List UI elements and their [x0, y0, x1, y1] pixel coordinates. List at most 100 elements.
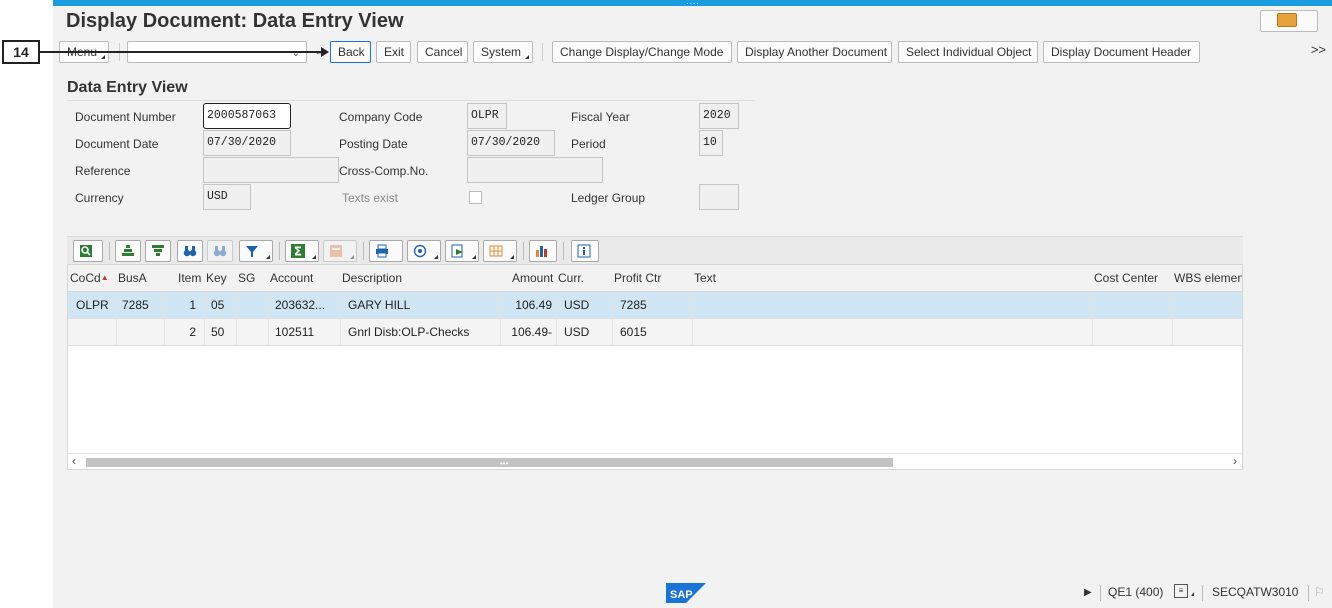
views-button[interactable]: [407, 240, 441, 262]
cell-profit-ctr: 6015: [620, 325, 647, 339]
cell-cocd: [76, 319, 116, 345]
display-another-document-label: Display Another Document: [745, 45, 888, 59]
reference-field[interactable]: [203, 157, 339, 183]
column-header-amount[interactable]: Amount: [512, 265, 556, 291]
cancel-button[interactable]: Cancel: [417, 41, 468, 63]
column-header-cost-center[interactable]: Cost Center: [1094, 265, 1170, 291]
grid-toolbar-separator: [563, 242, 564, 260]
layout-button[interactable]: [483, 240, 517, 262]
column-header-curr[interactable]: Curr.: [558, 265, 608, 291]
dropdown-corner-icon: [101, 55, 105, 59]
dropdown-corner-icon: [350, 255, 354, 259]
change-display-mode-button[interactable]: Change Display/Change Mode: [552, 41, 732, 63]
cross-comp-label: Cross-Comp.No.: [339, 164, 429, 178]
subtotal-button[interactable]: [323, 240, 357, 262]
info-button[interactable]: [571, 240, 599, 262]
period-field[interactable]: 10: [699, 130, 723, 156]
filter-button[interactable]: [239, 240, 273, 262]
document-number-label: Document Number: [75, 110, 176, 124]
column-divider: [164, 292, 165, 345]
sort-indicator-icon: ▲: [100, 273, 109, 282]
personalize-button[interactable]: [1260, 10, 1318, 32]
column-header-profit-ctr[interactable]: Profit Ctr: [614, 265, 690, 291]
column-divider: [236, 292, 237, 345]
column-header-text[interactable]: Text: [694, 265, 1074, 291]
document-date-label: Document Date: [75, 137, 159, 151]
column-divider: [204, 292, 205, 345]
document-number-field[interactable]: 2000587063: [203, 103, 291, 129]
cell-cocd: OLPR: [76, 298, 109, 312]
cancel-button-label: Cancel: [425, 45, 463, 59]
scrollbar-thumb[interactable]: •••: [86, 458, 893, 468]
column-header-key[interactable]: Key: [206, 265, 236, 291]
column-header-busa[interactable]: BusA: [118, 265, 164, 291]
column-header-wbs[interactable]: WBS elemen: [1174, 265, 1242, 291]
table-row[interactable]: 2 50 102511 Gnrl Disb:OLP-Checks 106.49-…: [68, 319, 1242, 346]
cell-profit-ctr: 7285: [620, 298, 647, 312]
print-button[interactable]: [369, 240, 403, 262]
horizontal-scrollbar[interactable]: ‹ ••• ›: [68, 453, 1242, 469]
back-button[interactable]: Back: [330, 41, 371, 63]
flag-icon[interactable]: ⚐: [1314, 585, 1325, 599]
details-button[interactable]: [73, 240, 103, 262]
display-document-header-button[interactable]: Display Document Header: [1043, 41, 1200, 63]
column-divider: [556, 292, 557, 345]
sort-ascending-icon: [122, 245, 134, 256]
cross-comp-field[interactable]: [467, 157, 603, 183]
change-display-mode-label: Change Display/Change Mode: [560, 45, 724, 59]
cell-curr: USD: [564, 325, 590, 339]
select-individual-object-button[interactable]: Select Individual Object: [898, 41, 1038, 63]
callout-line: [40, 51, 325, 53]
graphic-button[interactable]: [529, 240, 557, 262]
cell-account: 102511: [275, 325, 315, 339]
dropdown-corner-icon: [525, 55, 529, 59]
system-button[interactable]: System: [473, 41, 533, 63]
chevron-down-icon[interactable]: ⌄: [292, 48, 300, 59]
cell-sg: [240, 292, 268, 318]
exit-button-label: Exit: [384, 45, 405, 59]
find-next-button[interactable]: [207, 240, 233, 262]
binoculars-next-icon: [213, 246, 227, 257]
sort-ascending-button[interactable]: [115, 240, 141, 262]
company-code-field[interactable]: OLPR: [467, 103, 507, 129]
binoculars-icon: [183, 246, 197, 257]
status-separator: [1202, 585, 1203, 601]
toolbar-overflow-button[interactable]: >>: [1311, 42, 1326, 57]
export-icon: [451, 244, 463, 258]
cell-amount: 106.49-: [511, 325, 552, 339]
callout-badge: 14: [2, 40, 40, 64]
texts-exist-checkbox[interactable]: [469, 191, 482, 204]
title-bar: Display Document: Data Entry View: [53, 6, 1332, 38]
export-button[interactable]: [445, 240, 479, 262]
document-date-field[interactable]: 07/30/2020: [203, 130, 291, 156]
column-header-account[interactable]: Account: [270, 265, 340, 291]
system-menu-icon[interactable]: ≡: [1174, 584, 1188, 598]
scroll-right-icon[interactable]: ›: [1233, 454, 1237, 468]
select-individual-object-label: Select Individual Object: [906, 45, 1032, 59]
currency-field[interactable]: USD: [203, 184, 251, 210]
sort-descending-button[interactable]: [145, 240, 171, 262]
fiscal-year-field[interactable]: 2020: [699, 103, 739, 129]
sort-descending-icon: [152, 245, 164, 256]
grid-toolbar-separator: [109, 242, 110, 260]
total-button[interactable]: Σ: [285, 240, 319, 262]
cell-item: 1: [189, 298, 196, 312]
column-header-item[interactable]: Item: [178, 265, 208, 291]
expand-status-icon[interactable]: ▶: [1084, 587, 1092, 598]
ledger-group-field[interactable]: [699, 184, 739, 210]
column-header-cocd[interactable]: CoCd▲: [70, 265, 116, 291]
cell-account: 203632...: [275, 298, 326, 312]
views-icon: [413, 244, 427, 258]
find-button[interactable]: [177, 240, 203, 262]
grid-toolbar: Σ: [67, 236, 1243, 264]
reference-label: Reference: [75, 164, 131, 178]
cell-sg: [240, 319, 268, 345]
subtotal-icon: [330, 245, 342, 257]
scroll-left-icon[interactable]: ‹: [72, 454, 76, 468]
posting-date-field[interactable]: 07/30/2020: [467, 130, 555, 156]
column-header-description[interactable]: Description: [342, 265, 492, 291]
column-header-sg[interactable]: SG: [238, 265, 268, 291]
table-row[interactable]: OLPR 7285 1 05 203632... GARY HILL 106.4…: [68, 292, 1242, 319]
display-another-document-button[interactable]: Display Another Document: [737, 41, 892, 63]
exit-button[interactable]: Exit: [376, 41, 411, 63]
